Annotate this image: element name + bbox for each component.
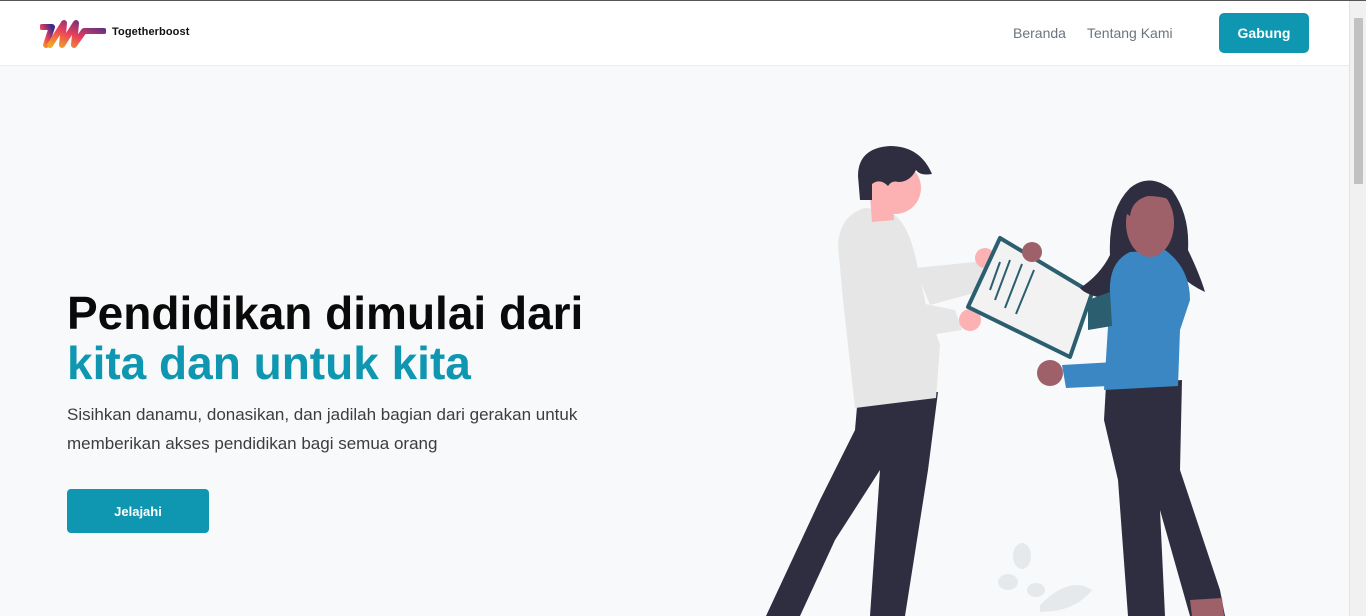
man-figure-icon xyxy=(766,146,995,616)
togetherboost-logo-icon[interactable] xyxy=(40,17,106,51)
hero-title: Pendidikan dimulai dari kita dan untuk k… xyxy=(67,288,583,388)
scrollbar-thumb[interactable] xyxy=(1354,18,1363,184)
navbar: Togetherboost Beranda Tentang Kami Gabun… xyxy=(0,1,1349,66)
page-scrollbar[interactable] xyxy=(1349,1,1366,616)
brand-name[interactable]: Togetherboost xyxy=(112,26,189,38)
gabung-button[interactable]: Gabung xyxy=(1219,13,1309,53)
hero-subtitle: Sisihkan danamu, donasikan, dan jadilah … xyxy=(67,405,578,453)
nav-link-tentang-kami[interactable]: Tentang Kami xyxy=(1087,25,1173,41)
hero-title-line2: kita dan untuk kita xyxy=(67,337,471,389)
jelajahi-button[interactable]: Jelajahi xyxy=(67,489,209,533)
two-people-handing-document-illustration xyxy=(766,146,1225,616)
nav-link-beranda[interactable]: Beranda xyxy=(1013,25,1066,41)
woman-figure-icon xyxy=(1022,180,1225,616)
hero-title-line1: Pendidikan dimulai dari xyxy=(67,287,584,339)
plant-decoration-icon xyxy=(998,543,1092,612)
